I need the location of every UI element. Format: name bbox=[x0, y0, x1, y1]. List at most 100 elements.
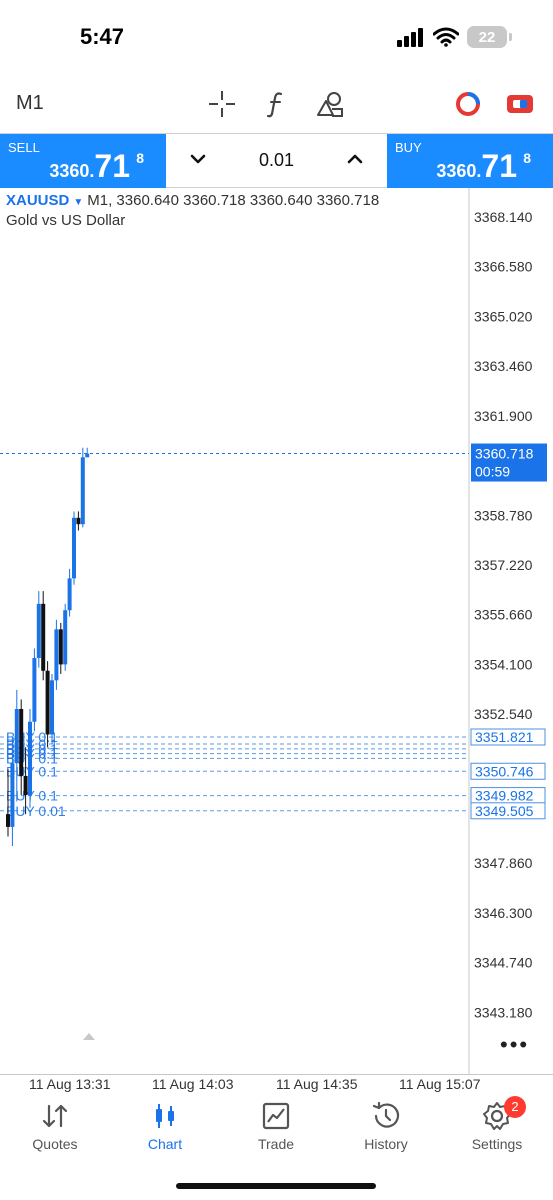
price-tick-label: 3347.860 bbox=[474, 855, 533, 871]
current-price-label: 3360.718 bbox=[475, 446, 534, 462]
price-tick-label: 3363.460 bbox=[474, 358, 533, 374]
price-tick-label: 3344.740 bbox=[474, 955, 533, 971]
candle-body bbox=[58, 629, 63, 665]
candle-body bbox=[67, 578, 72, 611]
price-tick-label: 3346.300 bbox=[474, 905, 533, 921]
candle-body bbox=[80, 457, 85, 525]
candle-body bbox=[54, 629, 59, 681]
symbol-name[interactable]: XAUUSD bbox=[6, 192, 69, 209]
candle-body bbox=[32, 658, 37, 722]
candle-countdown-label: 00:59 bbox=[475, 464, 510, 480]
sell-price: 3360.71 8 bbox=[49, 148, 144, 185]
order-line-label: BUY 0.01 bbox=[6, 803, 66, 819]
status-time: 5:47 bbox=[80, 24, 125, 49]
indicators-button[interactable] bbox=[260, 88, 292, 120]
candle-body bbox=[72, 517, 76, 579]
price-tick-label: 3368.140 bbox=[474, 209, 533, 225]
time-axis: 11 Aug 13:31 11 Aug 14:03 11 Aug 14:35 11 A… bbox=[0, 1074, 553, 1092]
time-tick-label: 11 Aug 14:03 bbox=[152, 1076, 234, 1092]
shapes-icon bbox=[317, 92, 343, 117]
objects-button[interactable] bbox=[314, 88, 346, 120]
candle-body bbox=[36, 603, 41, 659]
history-icon bbox=[372, 1101, 400, 1128]
tab-history-label: History bbox=[364, 1136, 408, 1152]
candle-body bbox=[19, 708, 24, 776]
one-click-trade-panel: SELL 3360.71 8 0.01 BUY 3360.71 8 bbox=[0, 133, 553, 188]
buy-price-point: 8 bbox=[523, 150, 531, 166]
buy-price: 3360.71 8 bbox=[436, 148, 531, 185]
order-price-label: 3349.982 bbox=[475, 788, 534, 804]
tab-chart-label: Chart bbox=[147, 1136, 183, 1152]
tab-quotes-label: Quotes bbox=[32, 1136, 78, 1152]
tab-settings-label: Settings bbox=[471, 1136, 523, 1152]
wifi-icon bbox=[433, 27, 459, 47]
function-icon bbox=[266, 92, 283, 118]
price-tick-label: 3358.780 bbox=[474, 507, 533, 523]
chart-canvas[interactable]: BUY 0.13351.821BUY 0.1BUY 0.1BUY 0.1BUY … bbox=[0, 188, 553, 1074]
quotes-icon bbox=[42, 1104, 68, 1128]
trade-panel-toggle[interactable] bbox=[504, 88, 536, 120]
price-tick-label: 3365.020 bbox=[474, 308, 533, 324]
price-tick-label: 3355.660 bbox=[474, 607, 533, 623]
battery-indicator: 22 bbox=[467, 26, 512, 48]
price-tick-label: 3354.100 bbox=[474, 656, 533, 672]
sell-price-main: 3360. bbox=[49, 161, 95, 181]
ohlc-values: M1, 3360.640 3360.718 3360.640 3360.718 bbox=[87, 192, 380, 209]
trade-icon bbox=[262, 1102, 290, 1130]
chart-icon bbox=[156, 1104, 174, 1128]
candle-body bbox=[23, 775, 28, 796]
sell-label: SELL bbox=[8, 140, 40, 155]
status-bar: 5:47 22 bbox=[0, 0, 553, 76]
tab-history[interactable]: History bbox=[331, 1100, 441, 1164]
time-axis-labels: 11 Aug 13:31 11 Aug 14:03 11 Aug 14:35 11 A… bbox=[29, 1076, 481, 1092]
price-tick-label: 3357.220 bbox=[474, 557, 533, 573]
chart-toolbar: M1 bbox=[0, 76, 553, 132]
candle-body bbox=[41, 603, 46, 671]
symbol-header: XAUUSD ▼ M1, 3360.640 3360.718 3360.640 33… bbox=[6, 192, 379, 209]
candle-body bbox=[10, 763, 15, 827]
time-tick-label: 11 Aug 14:35 bbox=[276, 1076, 358, 1092]
candle-body bbox=[63, 610, 68, 665]
price-chart[interactable]: BUY 0.13351.821BUY 0.1BUY 0.1BUY 0.1BUY … bbox=[0, 188, 553, 1074]
tab-trade[interactable]: Trade bbox=[221, 1100, 331, 1164]
crosshair-button[interactable] bbox=[206, 88, 238, 120]
candle-body bbox=[76, 517, 81, 525]
scroll-marker bbox=[83, 1033, 95, 1040]
sell-price-pips: 71 bbox=[94, 148, 130, 184]
price-tick-label: 3343.180 bbox=[474, 1004, 533, 1020]
symbol-description: Gold vs US Dollar bbox=[6, 212, 126, 229]
candle-body bbox=[85, 453, 90, 458]
crosshair-icon bbox=[209, 91, 235, 117]
symbol-dropdown-icon[interactable]: ▼ bbox=[73, 197, 83, 208]
home-indicator bbox=[176, 1183, 376, 1189]
candle-body bbox=[6, 814, 10, 827]
price-tick-label: 3366.580 bbox=[474, 259, 533, 275]
timeframe-selector[interactable]: M1 bbox=[16, 92, 44, 115]
tab-quotes[interactable]: Quotes bbox=[0, 1100, 110, 1164]
order-price-label: 3349.505 bbox=[475, 803, 534, 819]
one-click-trading-icon bbox=[456, 92, 480, 116]
buy-price-pips: 71 bbox=[481, 148, 517, 184]
price-tick-label: 3361.900 bbox=[474, 408, 533, 424]
trade-toggle-icon bbox=[507, 95, 533, 113]
status-icons: 22 bbox=[397, 26, 512, 48]
tab-settings[interactable]: 2 Settings bbox=[442, 1096, 552, 1164]
order-price-label: 3350.746 bbox=[475, 763, 534, 779]
volume-increase-button[interactable] bbox=[345, 148, 365, 170]
one-click-trading-button[interactable] bbox=[452, 88, 484, 120]
buy-price-main: 3360. bbox=[436, 161, 482, 181]
candle-body bbox=[45, 670, 50, 735]
order-price-label: 3351.821 bbox=[475, 729, 534, 745]
candle-body bbox=[28, 721, 32, 796]
more-options-icon[interactable]: ••• bbox=[500, 1034, 529, 1056]
sell-button[interactable]: SELL 3360.71 8 bbox=[0, 134, 166, 188]
candle-body bbox=[50, 680, 54, 735]
price-tick-label: 3352.540 bbox=[474, 706, 533, 722]
buy-button[interactable]: BUY 3360.71 8 bbox=[387, 134, 553, 188]
volume-control: 0.01 bbox=[166, 134, 387, 188]
notification-badge: 2 bbox=[504, 1096, 526, 1118]
tab-chart[interactable]: Chart bbox=[110, 1100, 220, 1164]
signal-icon bbox=[397, 28, 423, 47]
tab-trade-label: Trade bbox=[257, 1136, 295, 1152]
candle-body bbox=[14, 708, 19, 764]
